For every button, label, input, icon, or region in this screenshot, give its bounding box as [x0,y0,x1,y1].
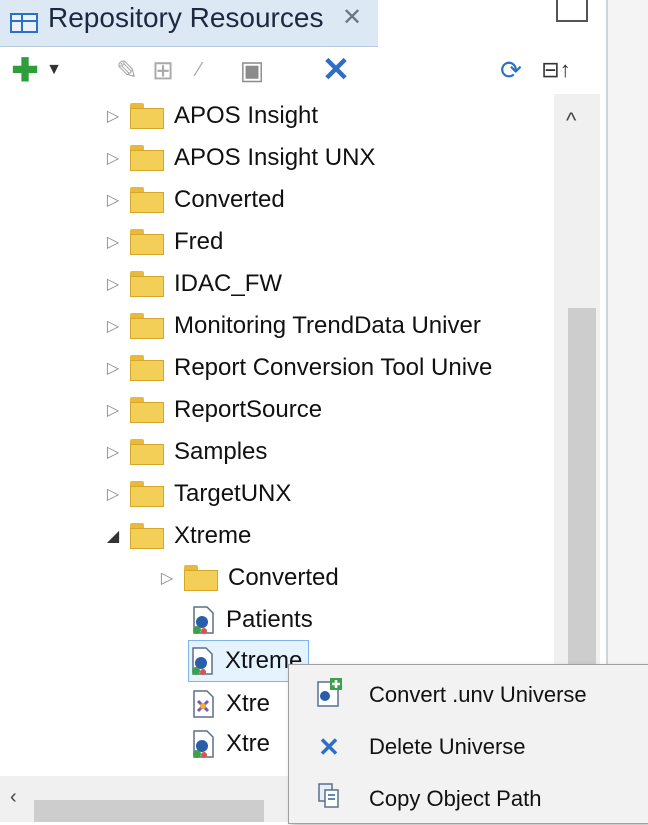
tree-item-label: Converted [228,564,339,591]
chevron-down-icon[interactable]: ▼ [42,52,66,88]
expand-arrow-icon[interactable]: ▷ [104,316,122,336]
close-icon[interactable]: ✕ [342,2,362,34]
expand-arrow-icon[interactable]: ▷ [104,106,122,126]
collapse-arrow-icon[interactable]: ◢ [104,526,122,546]
tree-item[interactable]: ▷ Fred [104,222,223,262]
menu-item-label: Convert .unv Universe [369,682,587,707]
folder-icon [130,313,164,339]
add-icon[interactable]: ✚ [10,52,40,88]
scroll-up-icon[interactable]: ^ [566,108,576,134]
tree-item-label: Fred [174,228,224,255]
tree-item[interactable]: ▷ APOS Insight [104,96,318,136]
tree-item[interactable]: ▷ TargetUNX [104,474,291,514]
folder-icon [184,565,218,591]
delete-icon: ✕ [318,731,340,762]
expand-arrow-icon[interactable]: ▷ [104,442,122,462]
tree-item[interactable]: ▷ APOS Insight UNX [104,138,375,178]
menu-item-label: Delete Universe [369,734,526,759]
convert-universe-icon [303,676,355,715]
folder-icon [130,145,164,171]
tree-item[interactable]: ▷ Samples [104,432,267,472]
tree-item-label: APOS Insight UNX [174,144,376,171]
properties-icon[interactable]: ▣ [232,52,272,88]
menu-item-label: Copy Object Path [369,786,542,811]
menu-item-convert-unv-universe[interactable]: Convert .unv Universe [289,669,648,721]
minimize-button[interactable] [556,0,588,22]
tree-item-label: TargetUNX [174,480,292,507]
tree-item[interactable]: Xtre [190,684,270,724]
tree-item-label: IDAC_FW [174,270,282,297]
expand-arrow-icon[interactable]: ▷ [104,484,122,504]
tree-item-label: Converted [174,186,285,213]
universe-icon [190,729,216,759]
table-icon[interactable]: ⊞ [146,52,180,88]
expand-arrow-icon[interactable]: ▷ [158,568,176,588]
copy-icon [303,782,355,817]
folder-icon [130,439,164,465]
collapse-all-icon[interactable]: ⊟↑ [536,52,576,88]
folder-icon [130,355,164,381]
expand-arrow-icon[interactable]: ▷ [104,232,122,252]
folder-icon [130,397,164,423]
menu-item-delete-universe[interactable]: ✕ Delete Universe [289,721,648,773]
expand-arrow-icon[interactable]: ▷ [104,358,122,378]
tree-item[interactable]: ◢ Xtreme [104,516,251,556]
tree-item[interactable]: ▷ Monitoring TrendData Univer [104,306,481,346]
link-icon[interactable]: ⁄ [184,52,214,88]
tree-item-label: Report Conversion Tool Unive [174,354,493,381]
folder-icon [130,481,164,507]
universe-icon [189,646,215,676]
tree-item[interactable]: ▷ ReportSource [104,390,322,430]
horizontal-scrollbar-thumb[interactable] [34,800,264,822]
menu-item-copy-object-path[interactable]: Copy Object Path [289,773,648,825]
tree-item[interactable]: ▷ Converted [158,558,339,598]
tree-item-label: Xtreme [174,522,252,549]
tree-item[interactable]: ▷ IDAC_FW [104,264,282,304]
delete-icon[interactable]: ✕ [318,52,354,88]
folder-icon [130,271,164,297]
folder-icon [130,229,164,255]
folder-icon [130,523,164,549]
tree-item-label: Xtre [226,730,271,757]
expand-arrow-icon[interactable]: ▷ [104,148,122,168]
panel-title: Repository Resources [48,2,324,33]
tree-item-label: Patients [226,606,313,633]
tree-item[interactable]: Patients [190,600,313,640]
folder-icon [130,103,164,129]
context-menu: Convert .unv Universe ✕ Delete Universe … [288,664,648,824]
folder-icon [130,187,164,213]
expand-arrow-icon[interactable]: ▷ [104,274,122,294]
universe-unx-icon [190,689,216,719]
expand-arrow-icon[interactable]: ▷ [104,190,122,210]
expand-arrow-icon[interactable]: ▷ [104,400,122,420]
tree-item-label: Monitoring TrendData Univer [174,312,481,339]
tree-item-label: Xtre [226,690,271,717]
tree-item[interactable]: Xtre [190,724,270,764]
universe-icon [190,605,216,635]
tree-item-label: Samples [174,438,268,465]
repository-icon [10,13,38,33]
edit-icon[interactable]: ✎ [112,52,142,88]
refresh-icon[interactable]: ⟳ [494,52,528,88]
tree-item[interactable]: ▷ Report Conversion Tool Unive [104,348,492,388]
tree-item[interactable]: ▷ Converted [104,180,285,220]
scroll-left-icon[interactable]: ‹ [10,786,17,809]
tree-item-label: ReportSource [174,396,323,423]
tree-item-label: APOS Insight [174,102,319,129]
vertical-scrollbar-thumb[interactable] [568,308,596,668]
